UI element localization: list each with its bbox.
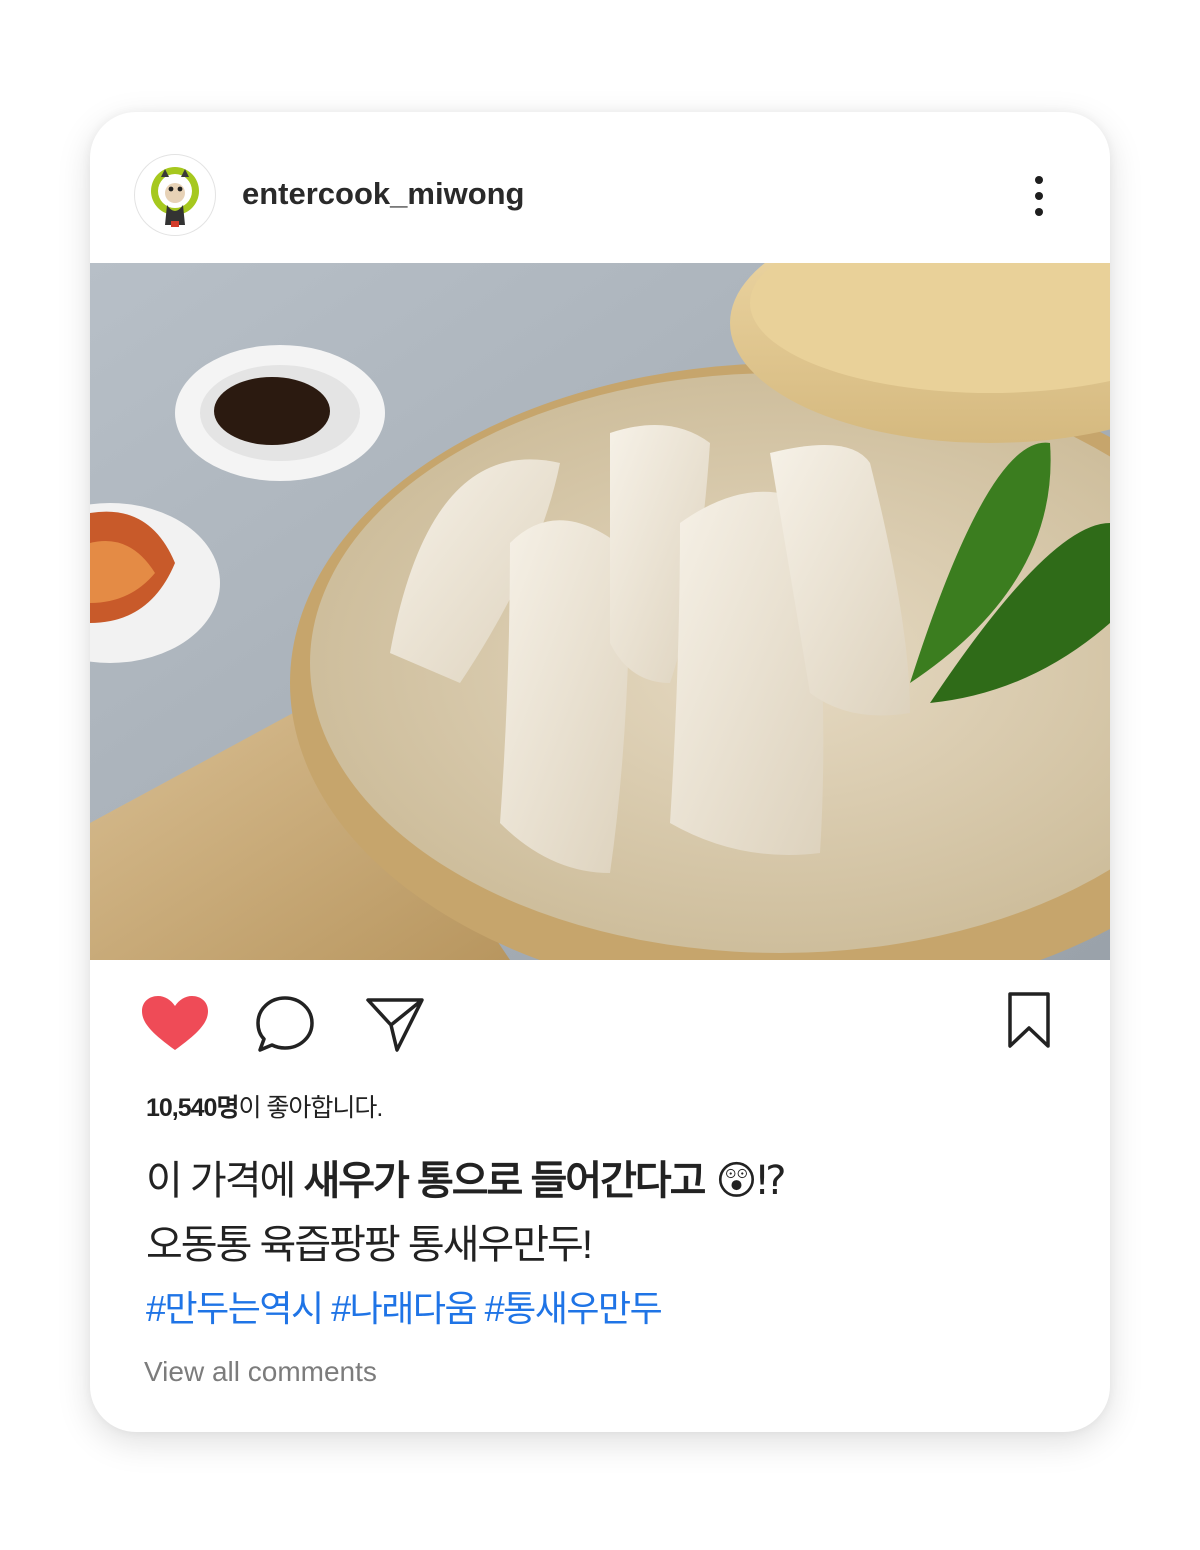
post-card: entercook_miwong 10,540명이 좋아합니다. 이 가격에 새… [90, 112, 1110, 1432]
post-photo[interactable] [90, 263, 1110, 960]
view-all-comments-link[interactable]: View all comments [144, 1356, 377, 1388]
caption-bold: 새우가 통으로 들어간다고 [303, 1159, 706, 1203]
likes-count[interactable]: 10,540명이 좋아합니다. [146, 1088, 383, 1124]
post-actions [90, 982, 1110, 1062]
dot [1035, 192, 1043, 200]
username[interactable]: entercook_miwong [242, 176, 525, 212]
dot [1035, 176, 1043, 184]
caption-line-2: 오동통 육즙팡팡 통새우만두! [146, 1223, 593, 1267]
likes-suffix: 이 좋아합니다. [238, 1094, 383, 1122]
caption-line-1: 이 가격에 새우가 통으로 들어간다고 😲⁉ [146, 1148, 787, 1206]
dumpling-photo-illustration [90, 263, 1110, 960]
comment-icon[interactable] [254, 994, 316, 1056]
dot [1035, 208, 1043, 216]
send-icon[interactable] [364, 994, 426, 1056]
heart-icon[interactable] [140, 994, 210, 1054]
caption-emoji: 😲⁉ [704, 1159, 787, 1203]
post-header: entercook_miwong [90, 112, 1110, 262]
more-options-icon[interactable] [1026, 176, 1052, 216]
likes-number: 10,540명 [146, 1094, 239, 1122]
avatar[interactable] [134, 154, 216, 236]
bookmark-icon[interactable] [1006, 990, 1052, 1050]
caption-plain: 이 가격에 [146, 1159, 304, 1203]
cat-mascot-avatar-icon [151, 167, 199, 227]
hashtags[interactable]: #만두는역시 #나래다움 #통새우만두 [146, 1280, 663, 1332]
